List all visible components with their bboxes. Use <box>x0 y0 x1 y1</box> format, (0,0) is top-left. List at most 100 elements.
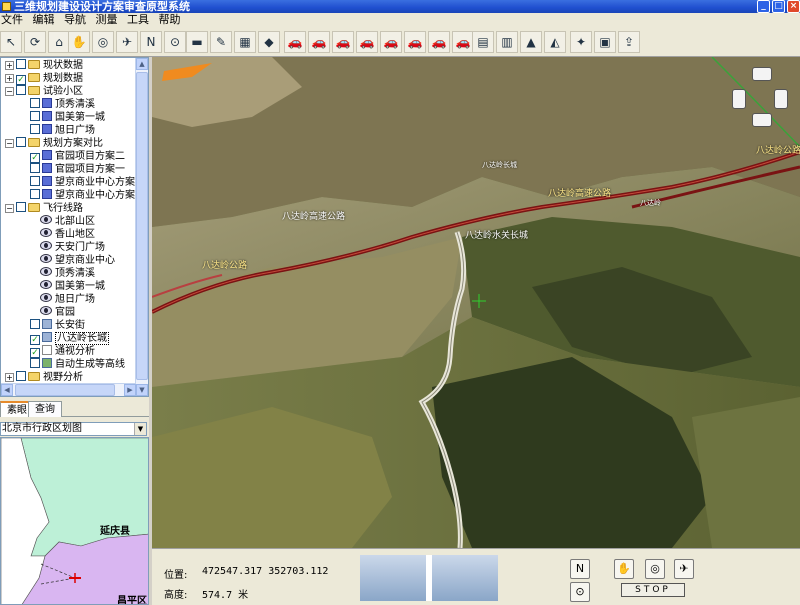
checkbox[interactable] <box>30 98 40 108</box>
tree-item[interactable]: 自动生成等高线 <box>30 358 125 371</box>
car8-icon[interactable]: 🚗 <box>452 31 474 53</box>
tree-item[interactable]: − 试验小区 <box>5 85 83 98</box>
eye-icon[interactable] <box>40 215 52 224</box>
layer-tree[interactable]: + 现状数据 + ✓ 规划数据 − 试验小区 顶秀清溪 国美第一城 旭日广场 − 规划方案… <box>0 57 149 397</box>
scroll-thumb[interactable] <box>15 384 115 396</box>
navigation-compass[interactable] <box>732 67 792 129</box>
measure-icon[interactable]: ◆ <box>258 31 280 53</box>
home-icon[interactable]: ⌂ <box>48 31 70 53</box>
tree-item[interactable]: ✓ 八达岭长城 <box>30 332 109 345</box>
eye-icon[interactable] <box>40 241 52 250</box>
collapse-icon[interactable]: − <box>5 87 14 96</box>
cursor-icon[interactable]: ↖ <box>0 31 22 53</box>
close-button[interactable]: × <box>787 0 800 13</box>
eye-icon[interactable] <box>40 267 52 276</box>
checkbox[interactable] <box>16 59 26 69</box>
car6-icon[interactable]: 🚗 <box>404 31 426 53</box>
car3-icon[interactable]: 🚗 <box>332 31 354 53</box>
tree-item[interactable]: 顶秀清溪 <box>30 98 95 111</box>
bar-chart-icon[interactable]: ▥ <box>496 31 518 53</box>
car7-icon[interactable]: 🚗 <box>428 31 450 53</box>
orbit-icon[interactable]: ◎ <box>645 559 665 579</box>
checkbox[interactable] <box>30 124 40 134</box>
eye-icon[interactable] <box>40 254 52 263</box>
nav-down-icon[interactable] <box>752 113 772 127</box>
checkbox[interactable] <box>16 137 26 147</box>
nav-up-icon[interactable] <box>752 67 772 81</box>
checkbox[interactable] <box>16 202 26 212</box>
tree-item[interactable]: 北部山区 <box>40 215 95 228</box>
nav-left-icon[interactable] <box>732 89 746 109</box>
tree-item[interactable]: 长安街 <box>30 319 85 332</box>
checkbox[interactable] <box>30 176 40 186</box>
menu-file[interactable]: 文件 <box>0 13 28 27</box>
checkbox[interactable] <box>30 111 40 121</box>
map-label[interactable]: 八达岭水关长城 <box>465 228 528 241</box>
thumbnail-2[interactable] <box>432 555 498 601</box>
expand-icon[interactable]: + <box>5 373 14 382</box>
menu-tools[interactable]: 工具 <box>126 13 154 27</box>
menu-navigate[interactable]: 导航 <box>63 13 91 27</box>
minimize-button[interactable]: _ <box>757 0 770 13</box>
scroll-left-icon[interactable]: ◀ <box>1 384 13 396</box>
checkbox[interactable]: ✓ <box>30 348 40 358</box>
overview-map[interactable]: 延庆县 昌平区 <box>0 437 149 605</box>
car1-icon[interactable]: 🚗 <box>284 31 306 53</box>
tab-query[interactable]: 查询 <box>28 401 62 417</box>
collapse-icon[interactable]: − <box>5 204 14 213</box>
checkbox[interactable]: ✓ <box>30 153 40 163</box>
scroll-up-icon[interactable]: ▲ <box>136 58 148 70</box>
scroll-thumb[interactable] <box>136 72 148 380</box>
menu-measure[interactable]: 测量 <box>95 13 123 27</box>
map-label[interactable]: 八达岭长城 <box>482 160 517 170</box>
stop-button[interactable]: STOP <box>621 583 685 597</box>
tree-item[interactable]: 旭日广场 <box>40 293 95 306</box>
tree-item[interactable]: ✓ 官园项目方案二 <box>30 150 125 163</box>
orbit-icon[interactable]: ◎ <box>92 31 114 53</box>
maximize-button[interactable]: □ <box>772 0 785 13</box>
menu-help[interactable]: 帮助 <box>158 13 186 27</box>
landscape-icon[interactable]: ◭ <box>544 31 566 53</box>
tree-item[interactable]: 旭日广场 <box>30 124 95 137</box>
expand-icon[interactable]: + <box>5 61 14 70</box>
nav-right-icon[interactable] <box>774 89 788 109</box>
checkbox[interactable] <box>16 85 26 95</box>
checkbox[interactable]: ✓ <box>16 75 26 85</box>
checkbox[interactable] <box>30 163 40 173</box>
ruler-icon[interactable]: ▬ <box>186 31 208 53</box>
map-select[interactable]: 北京市行政区划图 ▼ <box>0 422 147 436</box>
map-label[interactable]: 八达岭 <box>640 198 661 208</box>
car2-icon[interactable]: 🚗 <box>308 31 330 53</box>
map-label[interactable]: 八达岭高速公路 <box>548 186 611 199</box>
checkbox[interactable]: ✓ <box>30 335 40 345</box>
fly-icon[interactable]: ✈ <box>116 31 138 53</box>
tree-horizontal-scrollbar[interactable]: ◀ ▶ <box>1 383 136 396</box>
checkbox[interactable] <box>16 371 26 381</box>
layer-chart-icon[interactable]: ▤ <box>472 31 494 53</box>
tree-item[interactable]: 香山地区 <box>40 228 95 241</box>
tree-item[interactable]: + ✓ 规划数据 <box>5 72 83 85</box>
north-icon[interactable]: N <box>140 31 162 53</box>
tree-item[interactable]: − 规划方案对比 <box>5 137 103 150</box>
tree-item[interactable]: + 现状数据 <box>5 59 83 72</box>
checkbox[interactable] <box>30 358 40 368</box>
map-label[interactable]: 八达岭公路 <box>756 143 800 156</box>
tree-item[interactable]: 望京商业中心 <box>40 254 115 267</box>
tree-vertical-scrollbar[interactable]: ▲ ▼ <box>135 58 148 396</box>
pan-hand-icon[interactable]: ✋ <box>68 31 90 53</box>
car5-icon[interactable]: 🚗 <box>380 31 402 53</box>
tree-item[interactable]: 国美第一城 <box>30 111 105 124</box>
grid-icon[interactable]: ▦ <box>234 31 256 53</box>
tree-item[interactable]: 天安门广场 <box>40 241 105 254</box>
north-icon[interactable]: N <box>570 559 590 579</box>
target-icon[interactable]: ⊙ <box>570 582 590 602</box>
refresh-icon[interactable]: ⟳ <box>24 31 46 53</box>
target-icon[interactable]: ⊙ <box>164 31 186 53</box>
eye-icon[interactable] <box>40 280 52 289</box>
pan-hand-icon[interactable]: ✋ <box>614 559 634 579</box>
terrain-icon[interactable]: ▲ <box>520 31 542 53</box>
building-icon[interactable]: ▣ <box>594 31 616 53</box>
menu-edit[interactable]: 编辑 <box>32 13 60 27</box>
pencil-icon[interactable]: ✎ <box>210 31 232 53</box>
scroll-down-icon[interactable]: ▼ <box>136 384 148 396</box>
